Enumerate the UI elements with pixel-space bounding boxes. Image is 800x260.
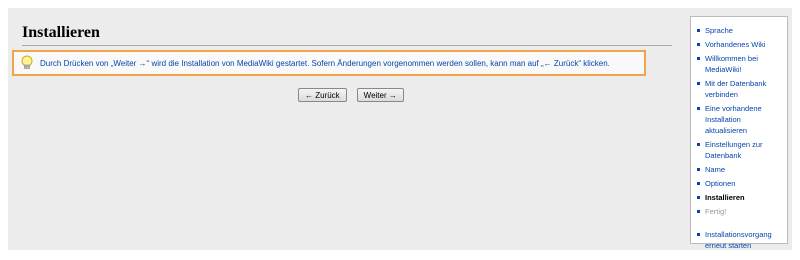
info-notice: Durch Drücken von „Weiter →“ wird die In… (12, 50, 646, 76)
step-options[interactable]: Optionen (697, 178, 783, 189)
back-button[interactable]: ← Zurück (298, 88, 347, 102)
step-upgrade-existing[interactable]: Eine vorhandene Installation aktualisier… (697, 103, 783, 136)
navigation-buttons: ← Zurück Weiter → (298, 88, 404, 102)
step-language[interactable]: Sprache (697, 25, 783, 36)
main-content: Installieren (22, 18, 672, 46)
step-name[interactable]: Name (697, 164, 783, 175)
next-button[interactable]: Weiter → (356, 88, 404, 102)
lightbulb-icon (14, 55, 40, 71)
step-database-settings[interactable]: Einstellungen zur Datenbank (697, 139, 783, 161)
installation-steps-sidebar: Sprache Vorhandenes Wiki Willkommen bei … (690, 16, 788, 250)
notice-text: Durch Drücken von „Weiter →“ wird die In… (40, 58, 610, 68)
installer-frame: Installieren Durch Drücken von „Weiter →… (8, 8, 792, 250)
step-install-current: Installieren (697, 192, 783, 203)
restart-installation-link[interactable]: Installationsvorgang erneut starten (697, 229, 783, 251)
step-connect-database[interactable]: Mit der Datenbank verbinden (697, 78, 783, 100)
step-complete: Fertig! (697, 206, 783, 217)
step-welcome[interactable]: Willkommen bei MediaWiki! (697, 53, 783, 75)
page-title: Installieren (22, 18, 672, 46)
steps-list: Sprache Vorhandenes Wiki Willkommen bei … (691, 17, 787, 251)
step-existing-wiki[interactable]: Vorhandenes Wiki (697, 39, 783, 50)
